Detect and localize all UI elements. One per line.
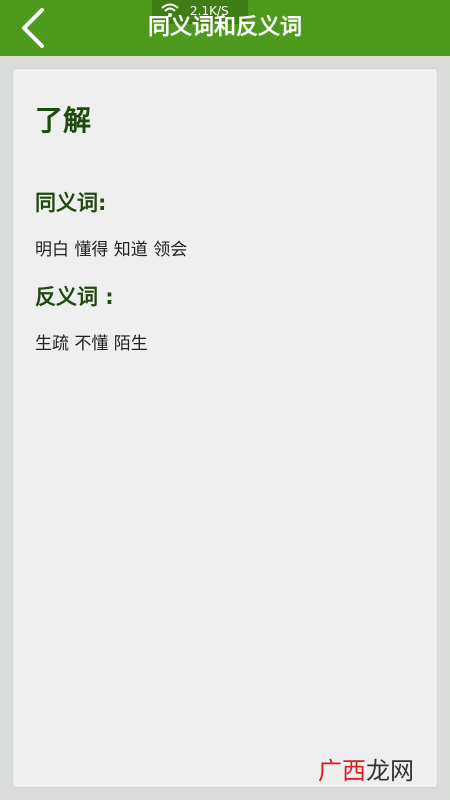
watermark-part2: 龙网	[366, 757, 414, 785]
synonyms-heading: 同义词:	[35, 191, 107, 215]
antonyms-heading: 反义词 :	[35, 285, 114, 309]
antonyms-list: 生疏 不懂 陌生	[35, 334, 148, 354]
content-card: 了解 同义词: 明白 懂得 知道 领会 反义词 : 生疏 不懂 陌生	[12, 68, 438, 788]
app-bar: 2.1K/S 同义词和反义词	[0, 0, 450, 56]
synonyms-list: 明白 懂得 知道 领会	[35, 240, 188, 260]
page-title: 同义词和反义词	[147, 15, 302, 40]
word-title: 了解	[35, 104, 92, 137]
site-watermark: 广西龙网	[318, 756, 414, 786]
watermark-part1: 广西	[318, 757, 366, 785]
